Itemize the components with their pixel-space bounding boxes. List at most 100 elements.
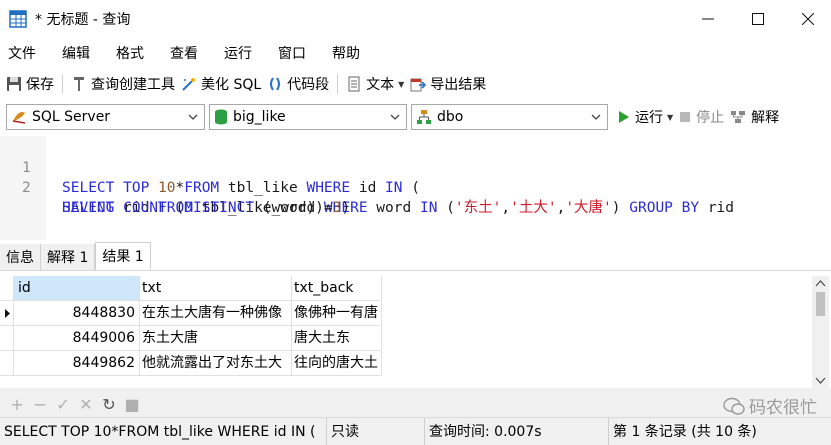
minimize-icon[interactable]: [685, 0, 731, 38]
beautify-sql-button[interactable]: 美化 SQL: [181, 71, 261, 97]
chevron-down-icon: [591, 114, 601, 120]
discard-changes-icon[interactable]: ✕: [75, 393, 97, 415]
row-indicator: [0, 326, 14, 351]
status-sql: SELECT TOP 10*FROM tbl_like WHERE id IN …: [0, 417, 327, 445]
tab-explain[interactable]: 解释 1: [41, 244, 96, 270]
column-header-txt-back[interactable]: txt_back: [292, 276, 382, 301]
code-line-3: HAVING COUNT (DISTINCT (word))=3): [62, 200, 351, 216]
menu-view[interactable]: 查看: [170, 43, 198, 63]
chevron-down-icon: [188, 114, 198, 120]
snippet-button[interactable]: 代码段: [267, 71, 329, 97]
stop-label: 停止: [696, 110, 725, 126]
cell-id[interactable]: 8449862: [14, 351, 140, 376]
menu-window[interactable]: 窗口: [278, 43, 306, 63]
toolbar-divider: [62, 74, 63, 94]
cell-txt-back[interactable]: 唐大土东: [292, 326, 382, 351]
stop-icon: [680, 112, 691, 122]
code-line-2: 2 SELECT rid FROM tbl_like_word WHERE wo…: [22, 180, 735, 216]
stop-button[interactable]: 停止: [679, 107, 724, 127]
row-indicator: [0, 351, 14, 376]
scrollbar-arrows: [815, 280, 826, 384]
menu-help[interactable]: 帮助: [332, 43, 360, 63]
beautify-sql-label: 美化 SQL: [201, 77, 262, 93]
menu-file[interactable]: 文件: [8, 43, 36, 63]
window-controls: [685, 0, 831, 38]
cell-id[interactable]: 8449006: [14, 326, 140, 351]
chevron-down-icon[interactable]: ▼: [398, 80, 404, 89]
wechat-icon: [723, 397, 745, 415]
export-results-label: 导出结果: [430, 77, 487, 93]
delete-record-icon[interactable]: −: [29, 393, 51, 415]
menu-format[interactable]: 格式: [116, 43, 144, 63]
document-icon: [348, 76, 360, 92]
cell-txt-back[interactable]: 像佛种一有唐: [292, 301, 382, 326]
parentheses-icon: [270, 77, 281, 91]
stop-refresh-icon[interactable]: ■: [121, 393, 143, 415]
row-indicator-header: [0, 276, 14, 301]
grid-navigation-bar: + − ✓ ✕ ↻ ■ 码农很忙: [0, 391, 831, 418]
cell-txt-back[interactable]: 往向的唐大土: [292, 351, 382, 376]
title-bar: * 无标题 - 查询: [0, 0, 831, 38]
save-icon: [7, 77, 21, 91]
result-grid: id txt txt_back 8448830 在东土大唐有一种佛像 像佛种一有…: [0, 276, 812, 376]
server-value: SQL Server: [32, 109, 111, 125]
tab-info[interactable]: 信息: [0, 244, 41, 270]
vertical-scrollbar[interactable]: [812, 276, 829, 388]
text-label: 文本: [366, 77, 395, 93]
column-header-id[interactable]: id: [14, 276, 140, 301]
menu-run[interactable]: 运行: [224, 43, 252, 63]
code-line-1: 1 SELECT TOP 10*FROM tbl_like WHERE id I…: [22, 160, 420, 196]
menu-edit[interactable]: 编辑: [62, 43, 90, 63]
refresh-icon[interactable]: ↻: [98, 393, 120, 415]
watermark: 码农很忙: [723, 393, 817, 418]
sql-editor[interactable]: 1 SELECT TOP 10*FROM tbl_like WHERE id I…: [0, 136, 831, 240]
cell-txt[interactable]: 在东土大唐有一种佛像: [140, 301, 292, 326]
status-time: 查询时间: 0.007s: [425, 417, 609, 445]
table-row[interactable]: 8449006 东土大唐 唐大土东: [0, 326, 382, 351]
magic-wand-icon: [182, 78, 195, 91]
maximize-icon[interactable]: [735, 0, 781, 38]
close-icon[interactable]: [785, 0, 831, 38]
column-header-txt[interactable]: txt: [140, 276, 292, 301]
run-label: 运行: [635, 110, 663, 126]
chevron-down-icon: [390, 114, 400, 120]
save-button[interactable]: 保存: [6, 71, 54, 97]
query-builder-button[interactable]: 查询创建工具: [71, 71, 175, 97]
query-builder-label: 查询创建工具: [91, 77, 175, 93]
current-row-indicator-icon: [0, 301, 14, 326]
export-icon: [410, 78, 427, 92]
save-label: 保存: [26, 77, 54, 93]
run-button[interactable]: 运行 ▼: [618, 107, 673, 127]
cell-txt[interactable]: 他就流露出了对东土大: [140, 351, 292, 376]
explain-button[interactable]: 解释: [730, 107, 779, 127]
schema-icon: [417, 110, 431, 124]
cell-id[interactable]: 8448830: [14, 301, 140, 326]
apply-changes-icon[interactable]: ✓: [52, 393, 74, 415]
add-record-icon[interactable]: +: [6, 393, 28, 415]
toolbar-divider: [337, 74, 339, 94]
grid-header: id txt txt_back: [0, 276, 382, 301]
status-bar: SELECT TOP 10*FROM tbl_like WHERE id IN …: [0, 417, 831, 445]
export-results-button[interactable]: 导出结果: [410, 71, 486, 97]
play-icon: [619, 111, 629, 123]
schema-value: dbo: [437, 109, 464, 125]
result-tabs: 信息 解释 1 结果 1: [0, 242, 831, 271]
tab-result[interactable]: 结果 1: [95, 242, 151, 270]
status-mode: 只读: [327, 417, 425, 445]
menu-bar: 文件 编辑 格式 查看 运行 窗口 帮助: [0, 38, 831, 68]
schema-select[interactable]: dbo: [411, 104, 608, 130]
table-row[interactable]: 8448830 在东土大唐有一种佛像 像佛种一有唐: [0, 301, 382, 326]
chevron-down-icon[interactable]: ▼: [667, 113, 673, 122]
database-select[interactable]: big_like: [209, 104, 407, 130]
text-button[interactable]: 文本 ▼: [346, 71, 404, 97]
table-row[interactable]: 8449862 他就流露出了对东土大 往向的唐大土: [0, 351, 382, 376]
database-value: big_like: [233, 109, 286, 125]
toolbar: 保存 查询创建工具 美化 SQL 代码段 文本 ▼ 导出结果: [0, 68, 831, 100]
sql-server-icon: [12, 112, 26, 124]
query-builder-icon: [74, 77, 84, 91]
window-title: * 无标题 - 查询: [35, 12, 131, 28]
watermark-text: 码农很忙: [749, 398, 817, 418]
cell-txt[interactable]: 东土大唐: [140, 326, 292, 351]
database-icon: [215, 109, 227, 125]
server-select[interactable]: SQL Server: [6, 104, 205, 130]
